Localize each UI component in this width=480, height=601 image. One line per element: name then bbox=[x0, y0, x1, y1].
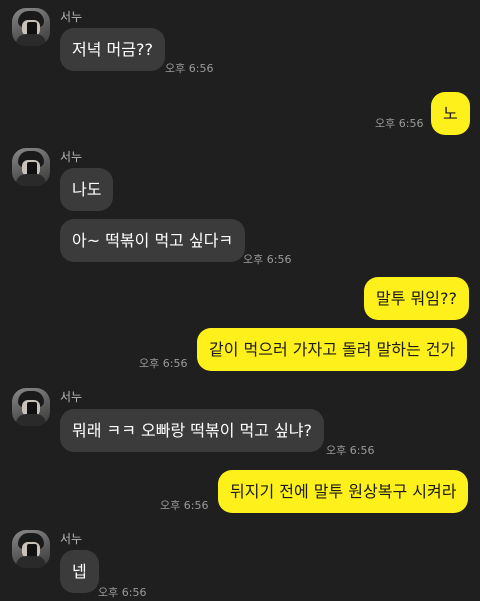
avatar[interactable] bbox=[12, 8, 50, 46]
message-time: 오후 6:56 bbox=[375, 117, 424, 130]
message-time: 오후 6:56 bbox=[160, 499, 209, 512]
message-bubble[interactable]: 저녁 머금?? bbox=[60, 28, 165, 71]
message-bubble[interactable]: 넵 bbox=[60, 550, 99, 593]
sender-name: 서누 bbox=[60, 150, 83, 164]
message-time: 오후 6:56 bbox=[98, 586, 147, 599]
message-bubble[interactable]: 아~ 떡볶이 먹고 싶다ㅋ bbox=[60, 219, 246, 262]
sender-name: 서누 bbox=[60, 10, 83, 24]
avatar[interactable] bbox=[12, 530, 50, 568]
sender-name: 서누 bbox=[60, 532, 83, 546]
sender-name: 서누 bbox=[60, 390, 83, 404]
message-bubble[interactable]: 나도 bbox=[60, 168, 114, 211]
avatar[interactable] bbox=[12, 148, 50, 186]
message-time: 오후 6:56 bbox=[139, 357, 188, 370]
message-bubble[interactable]: 뒤지기 전에 말투 원상복구 시켜라 bbox=[218, 470, 469, 513]
message-bubble[interactable]: 뭐래 ㅋㅋ 오빠랑 떡볶이 먹고 싶냐? bbox=[60, 409, 325, 452]
avatar[interactable] bbox=[12, 388, 50, 426]
message-time: 오후 6:56 bbox=[165, 62, 214, 75]
message-time: 오후 6:56 bbox=[326, 444, 375, 457]
message-time: 오후 6:56 bbox=[243, 253, 292, 266]
message-bubble[interactable]: 노 bbox=[431, 92, 470, 135]
message-bubble[interactable]: 같이 먹으러 가자고 돌려 말하는 건가 bbox=[197, 328, 468, 371]
message-bubble[interactable]: 말투 뭐임?? bbox=[364, 277, 469, 320]
